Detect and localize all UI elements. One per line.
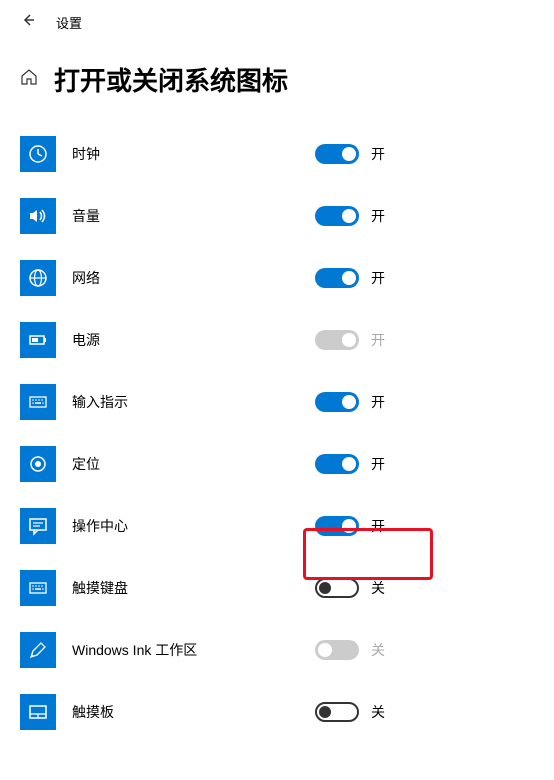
app-title: 设置 [56, 13, 82, 32]
volume-icon [20, 198, 56, 234]
setting-row-power: 电源 开 [20, 309, 534, 371]
toggle-touchpad[interactable] [315, 702, 359, 722]
toggle-state-label-action_center: 开 [371, 516, 385, 536]
setting-label-clock: 时钟 [72, 144, 100, 164]
setting-label-location: 定位 [72, 454, 100, 474]
setting-row-location: 定位 开 [20, 433, 534, 495]
setting-row-volume: 音量 开 [20, 185, 534, 247]
setting-label-ink: Windows Ink 工作区 [72, 640, 197, 660]
setting-label-touch_keyboard: 触摸键盘 [72, 578, 128, 598]
toggle-state-label-volume: 开 [371, 206, 385, 226]
setting-row-touchpad: 触摸板 关 [20, 681, 534, 743]
toggle-state-label-power: 开 [371, 330, 385, 350]
toggle-state-label-location: 开 [371, 454, 385, 474]
back-button[interactable] [20, 12, 36, 33]
toggle-volume[interactable] [315, 206, 359, 226]
setting-row-action_center: 操作中心 开 [20, 495, 534, 557]
touchpad-icon [20, 694, 56, 730]
target-icon [20, 446, 56, 482]
message-icon [20, 508, 56, 544]
toggle-state-label-network: 开 [371, 268, 385, 288]
toggle-state-label-input: 开 [371, 392, 385, 412]
toggle-ink [315, 640, 359, 660]
keyboard-icon [20, 384, 56, 420]
setting-row-network: 网络 开 [20, 247, 534, 309]
setting-row-input: 输入指示 开 [20, 371, 534, 433]
setting-label-action_center: 操作中心 [72, 516, 128, 536]
toggle-location[interactable] [315, 454, 359, 474]
toggle-state-label-ink: 关 [371, 640, 385, 660]
keyboard-icon [20, 570, 56, 606]
toggle-clock[interactable] [315, 144, 359, 164]
setting-label-volume: 音量 [72, 206, 100, 226]
clock-icon [20, 136, 56, 172]
battery-icon [20, 322, 56, 358]
toggle-network[interactable] [315, 268, 359, 288]
home-button[interactable] [20, 68, 38, 91]
setting-label-input: 输入指示 [72, 392, 128, 412]
setting-row-clock: 时钟 开 [20, 123, 534, 185]
toggle-state-label-touchpad: 关 [371, 702, 385, 722]
setting-row-ink: Windows Ink 工作区 关 [20, 619, 534, 681]
toggle-touch_keyboard[interactable] [315, 578, 359, 598]
toggle-action_center[interactable] [315, 516, 359, 536]
toggle-state-label-touch_keyboard: 关 [371, 578, 385, 598]
page-title: 打开或关闭系统图标 [54, 61, 288, 98]
setting-label-touchpad: 触摸板 [72, 702, 114, 722]
pen-icon [20, 632, 56, 668]
setting-label-network: 网络 [72, 268, 100, 288]
setting-label-power: 电源 [72, 330, 100, 350]
toggle-state-label-clock: 开 [371, 144, 385, 164]
globe-icon [20, 260, 56, 296]
toggle-power [315, 330, 359, 350]
toggle-input[interactable] [315, 392, 359, 412]
setting-row-touch_keyboard: 触摸键盘 关 [20, 557, 534, 619]
